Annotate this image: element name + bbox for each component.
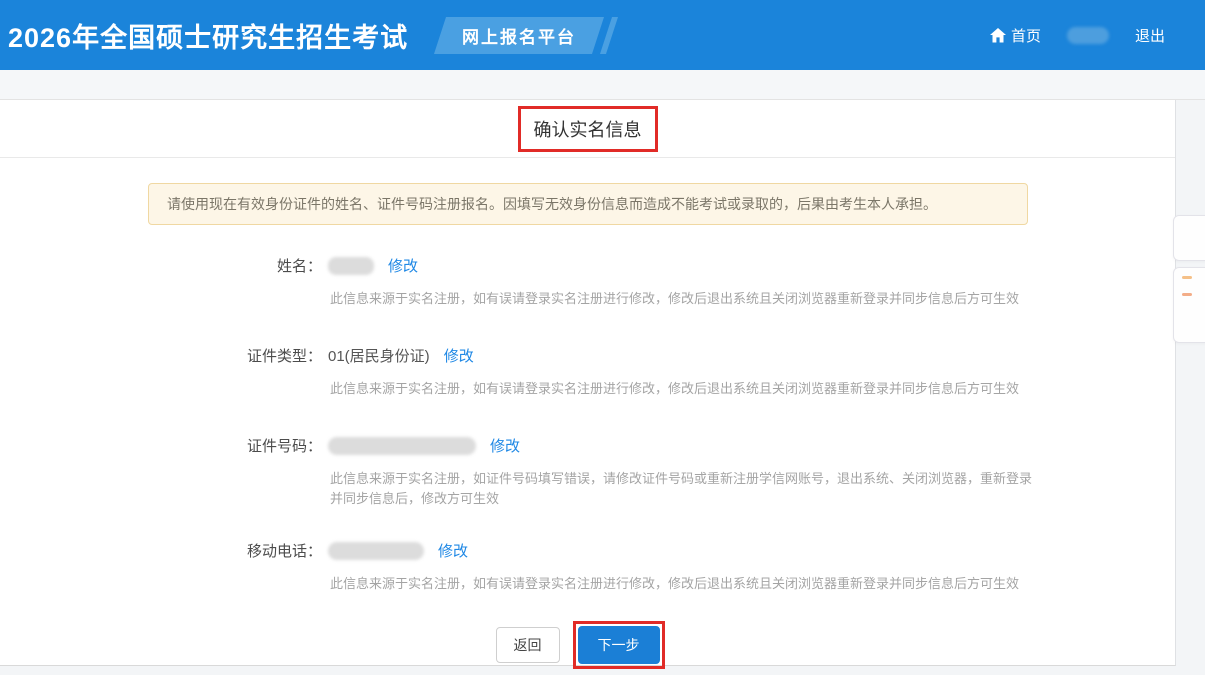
phone-helper-text: 此信息来源于实名注册，如有误请登录实名注册进行修改，修改后退出系统且关闭浏览器重… <box>330 576 1020 591</box>
floating-widget-top[interactable] <box>1173 215 1205 261</box>
header-right: 首页 退出 <box>989 25 1165 46</box>
field-row-id-number: 证件号码： 修改 <box>0 435 1175 456</box>
header-left: 2026年全国硕士研究生招生考试 网上报名平台 <box>8 16 605 55</box>
main-card: 确认实名信息 请使用现在有效身份证件的姓名、证件号码注册报名。因填写无效身份信息… <box>0 100 1176 669</box>
title-annotation-box: 确认实名信息 <box>517 105 658 152</box>
platform-badge-label: 网上报名平台 <box>462 27 577 47</box>
home-link[interactable]: 首页 <box>989 25 1041 46</box>
next-button-annotation-box: 下一步 <box>572 621 665 669</box>
phone-redacted-value <box>328 541 424 560</box>
id-type-value: 01(居民身份证) <box>328 348 430 365</box>
name-redacted-value <box>328 256 374 275</box>
username-redacted <box>1066 26 1109 44</box>
floating-widget-icon <box>1182 276 1192 279</box>
platform-badge: 网上报名平台 <box>434 16 605 54</box>
name-helper-text: 此信息来源于实名注册，如有误请登录实名注册进行修改，修改后退出系统且关闭浏览器重… <box>330 291 1020 306</box>
home-link-label: 首页 <box>1010 27 1041 45</box>
back-button[interactable]: 返回 <box>495 627 560 663</box>
id-number-redacted-value <box>328 436 476 455</box>
name-label: 姓名： <box>276 258 322 275</box>
id-type-helper-text: 此信息来源于实名注册，如有误请登录实名注册进行修改，修改后退出系统且关闭浏览器重… <box>330 381 1020 396</box>
id-type-value-wrap: 01(居民身份证) 修改 <box>328 345 474 366</box>
field-row-phone: 移动电话： 修改 <box>0 540 1175 561</box>
sub-header-strip <box>0 70 1205 100</box>
home-icon <box>989 27 1006 43</box>
notice-banner: 请使用现在有效身份证件的姓名、证件号码注册报名。因填写无效身份信息而造成不能考试… <box>148 183 1028 225</box>
phone-modify-link[interactable]: 修改 <box>438 540 468 561</box>
id-number-label: 证件号码： <box>246 438 322 455</box>
floating-widget-bottom[interactable] <box>1173 267 1205 343</box>
logout-link[interactable]: 退出 <box>1135 25 1165 46</box>
field-row-id-type: 证件类型： 01(居民身份证) 修改 <box>0 345 1175 366</box>
next-button[interactable]: 下一步 <box>577 626 660 664</box>
page-title: 确认实名信息 <box>533 119 642 140</box>
page-title-bar: 确认实名信息 <box>0 100 1175 158</box>
id-type-label: 证件类型： <box>246 348 322 365</box>
id-number-helper-text: 此信息来源于实名注册，如证件号码填写错误，请修改证件号码或重新注册学信网账号，退… <box>330 471 1033 506</box>
floating-widget-icon <box>1182 293 1192 296</box>
id-type-modify-link[interactable]: 修改 <box>444 345 474 366</box>
field-row-name: 姓名： 修改 <box>0 255 1175 276</box>
name-modify-link[interactable]: 修改 <box>388 255 418 276</box>
app-title: 2026年全国硕士研究生招生考试 <box>8 22 409 53</box>
button-row: 返回 下一步 <box>0 621 1175 669</box>
phone-value: 修改 <box>328 540 468 561</box>
phone-label: 移动电话： <box>246 543 322 560</box>
name-value: 修改 <box>328 255 418 276</box>
id-number-modify-link[interactable]: 修改 <box>490 435 520 456</box>
id-number-value: 修改 <box>328 435 520 456</box>
app-header: 2026年全国硕士研究生招生考试 网上报名平台 首页 退出 <box>0 0 1205 70</box>
